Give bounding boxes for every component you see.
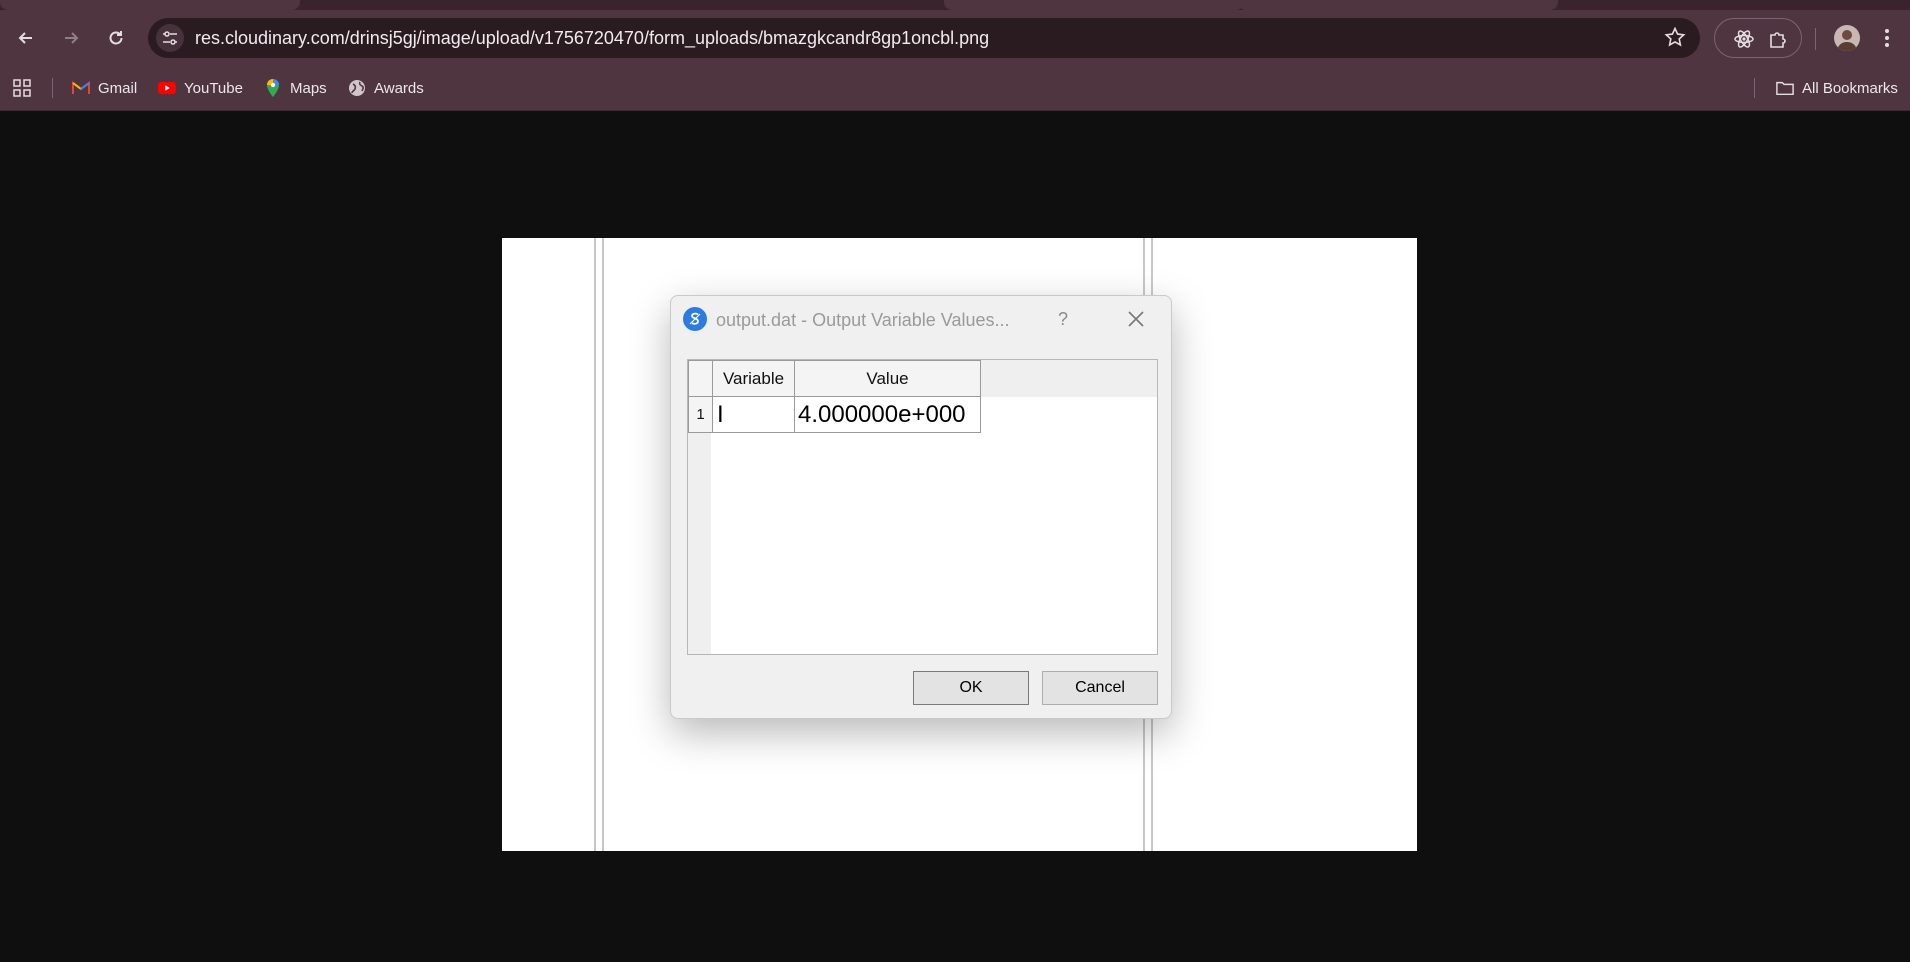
back-button[interactable] [12, 24, 40, 52]
site-info-button[interactable] [156, 24, 184, 52]
youtube-icon [158, 79, 176, 97]
apps-button[interactable] [12, 76, 32, 100]
bookmark-gmail[interactable]: Gmail [72, 76, 137, 100]
value-cell[interactable]: 4.000000e+000 [794, 396, 981, 433]
toolbar-divider [1815, 28, 1816, 50]
bookmark-awards[interactable]: Awards [348, 76, 424, 100]
app-icon [683, 307, 707, 331]
corner-cell[interactable] [688, 360, 713, 397]
bookmark-star-button[interactable] [1664, 26, 1686, 53]
extensions-group [1714, 18, 1802, 58]
displayed-image: output.dat - Output Variable Values... ?… [502, 238, 1417, 851]
gmail-icon [72, 79, 90, 97]
window-border-line [594, 238, 596, 851]
tune-icon [163, 31, 177, 45]
bookmark-maps[interactable]: Maps [264, 76, 327, 100]
bookmarks-divider [1754, 78, 1755, 98]
browser-tab[interactable] [944, 0, 1244, 10]
bookmark-youtube[interactable]: YouTube [158, 76, 243, 100]
globe-icon [348, 79, 366, 97]
url-text[interactable]: res.cloudinary.com/drinsj5gj/image/uploa… [195, 28, 989, 49]
folder-icon [1776, 79, 1794, 97]
close-button[interactable] [1125, 308, 1147, 330]
ok-button[interactable]: OK [913, 671, 1029, 705]
window-border-line [602, 238, 604, 851]
react-devtools-icon[interactable] [1733, 28, 1755, 50]
bookmarks-divider [52, 78, 53, 98]
arrow-left-icon [18, 32, 32, 44]
all-bookmarks-button[interactable]: All Bookmarks [1776, 76, 1898, 100]
extensions-puzzle-icon[interactable] [1767, 28, 1789, 50]
tab-strip [0, 0, 1910, 10]
help-button[interactable]: ? [1058, 309, 1068, 330]
values-table: Variable Value 1 I 4.000000e+000 [687, 359, 1158, 655]
all-bookmarks-label: All Bookmarks [1802, 79, 1898, 97]
reload-button[interactable] [102, 24, 130, 52]
column-header-value[interactable]: Value [794, 360, 981, 397]
reload-icon [109, 31, 123, 45]
variable-cell[interactable]: I [712, 396, 795, 433]
bookmark-label: YouTube [184, 79, 243, 97]
star-icon [1664, 26, 1686, 47]
dialog-title: output.dat - Output Variable Values... [716, 310, 1010, 330]
close-icon [1128, 311, 1144, 327]
bookmarks-bar: Gmail YouTube Maps Awards All Bookmarks [0, 66, 1910, 111]
browser-menu-button[interactable] [1884, 28, 1890, 53]
forward-button[interactable] [57, 24, 85, 52]
bookmark-label: Awards [374, 79, 424, 97]
cancel-button[interactable]: Cancel [1042, 671, 1158, 705]
row-header-1[interactable]: 1 [688, 396, 713, 433]
arrow-right-icon [65, 32, 79, 44]
browser-tab[interactable] [0, 0, 300, 10]
browser-toolbar: res.cloudinary.com/drinsj5gj/image/uploa… [0, 10, 1910, 66]
column-header-variable[interactable]: Variable [712, 360, 795, 397]
address-bar[interactable]: res.cloudinary.com/drinsj5gj/image/uploa… [148, 18, 1700, 58]
profile-avatar[interactable] [1834, 25, 1860, 51]
browser-tab[interactable] [1238, 0, 1558, 10]
maps-icon [264, 79, 282, 97]
bookmark-label: Gmail [98, 79, 138, 97]
output-variable-dialog: output.dat - Output Variable Values... ?… [670, 295, 1172, 719]
more-vert-icon [1885, 29, 1889, 47]
apps-grid-icon [13, 79, 31, 97]
bookmark-label: Maps [290, 79, 327, 97]
